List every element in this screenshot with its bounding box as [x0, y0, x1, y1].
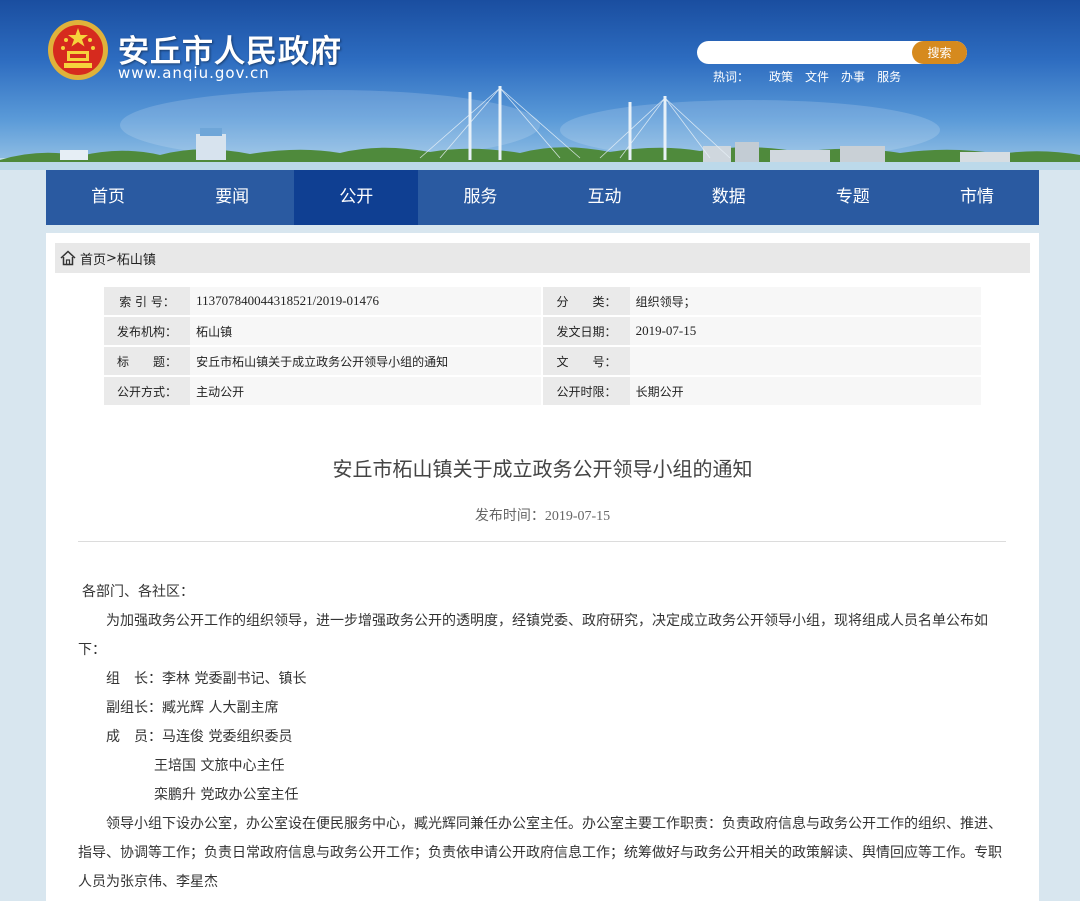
info-row: 标 题： 安丘市柘山镇关于成立政务公开领导小组的通知 文 号： [104, 347, 981, 375]
nav-item-home[interactable]: 首页 [46, 170, 170, 225]
nav-item-interaction[interactable]: 互动 [543, 170, 667, 225]
site-url: www.anqiu.gov.cn [118, 64, 270, 82]
main-nav: 首页 要闻 公开 服务 互动 数据 专题 市情 [46, 170, 1039, 225]
breadcrumb-current-link[interactable]: 柘山镇 [117, 249, 156, 268]
breadcrumb-separator: > [106, 250, 117, 266]
publish-date-label: 发布时间： [474, 509, 545, 524]
document-info-table: 索 引 号： 113707840044318521/2019-01476 分 类… [104, 285, 981, 407]
article-paragraph: 为加强政务公开工作的组织领导，进一步增强政务公开的透明度，经镇党委、政府研究，决… [78, 613, 988, 658]
article-title: 安丘市柘山镇关于成立政务公开领导小组的通知 [332, 457, 753, 481]
nav-item-services[interactable]: 服务 [418, 170, 542, 225]
title-label: 标 题： [104, 347, 191, 375]
nav-item-news[interactable]: 要闻 [170, 170, 294, 225]
breadcrumb-home-link[interactable]: 首页 [80, 249, 106, 268]
national-emblem-icon [48, 20, 108, 80]
info-row: 发布机构： 柘山镇 发文日期： 2019-07-15 [104, 317, 981, 345]
hot-words-bar: 热词： 政策 文件 办事 服务 [713, 68, 901, 85]
document-number-label: 文 号： [543, 347, 630, 375]
article-date: 发布时间：2019-07-15 [46, 505, 1039, 525]
info-row: 公开方式： 主动公开 公开时限： 长期公开 [104, 377, 981, 405]
nav-item-disclosure[interactable]: 公开 [294, 170, 419, 225]
content-panel: 首页 > 柘山镇 索 引 号： 113707840044318521/2019-… [46, 233, 1039, 901]
hot-word-link[interactable]: 服务 [877, 68, 901, 85]
article-body: 各部门、各社区： 为加强政务公开工作的组织领导，进一步增强政务公开的透明度，经镇… [78, 578, 1006, 897]
publish-date-value: 2019-07-15 [544, 509, 611, 524]
article-greeting: 各部门、各社区： [82, 584, 194, 600]
document-number-value [629, 347, 981, 375]
category-value: 组织领导； [629, 287, 981, 315]
article-paragraph: 领导小组下设办公室，办公室设在便民服务中心，臧光辉同兼任办公室主任。办公室主要工… [78, 816, 1002, 890]
publisher-label: 发布机构： [104, 317, 191, 345]
issue-date-label: 发文日期： [543, 317, 630, 345]
nav-item-topics[interactable]: 专题 [791, 170, 915, 225]
disclosure-mode-value: 主动公开 [190, 377, 542, 405]
breadcrumb: 首页 > 柘山镇 [55, 243, 1030, 273]
divider [78, 541, 1006, 542]
index-number-value: 113707840044318521/2019-01476 [190, 287, 542, 315]
home-icon[interactable] [59, 249, 77, 267]
issue-date-value: 2019-07-15 [629, 317, 981, 345]
hot-word-link[interactable]: 办事 [841, 68, 865, 85]
leader-line: 组 长：李林 党委副书记、镇长 [106, 671, 307, 687]
publisher-value: 柘山镇 [190, 317, 542, 345]
hot-word-link[interactable]: 文件 [805, 68, 829, 85]
hot-words-label: 热词： [713, 70, 750, 84]
search-button[interactable]: 搜索 [912, 41, 967, 64]
nav-item-city-info[interactable]: 市情 [915, 170, 1039, 225]
hot-word-link[interactable]: 政策 [769, 68, 793, 85]
title-value: 安丘市柘山镇关于成立政务公开领导小组的通知 [190, 347, 542, 375]
member-line: 栾鹏升 党政办公室主任 [154, 787, 299, 803]
member-line: 王培国 文旅中心主任 [154, 758, 285, 774]
nav-item-data[interactable]: 数据 [667, 170, 791, 225]
category-label: 分 类： [543, 287, 630, 315]
disclosure-period-value: 长期公开 [629, 377, 981, 405]
disclosure-period-label: 公开时限： [543, 377, 630, 405]
index-number-label: 索 引 号： [104, 287, 191, 315]
header-banner: 安丘市人民政府 www.anqiu.gov.cn 搜索 热词： 政策 文件 办事… [0, 0, 1080, 170]
deputy-leader-line: 副组长：臧光辉 人大副主席 [106, 700, 279, 716]
disclosure-mode-label: 公开方式： [104, 377, 191, 405]
info-row: 索 引 号： 113707840044318521/2019-01476 分 类… [104, 287, 981, 315]
member-line: 成 员：马连俊 党委组织委员 [106, 729, 293, 745]
